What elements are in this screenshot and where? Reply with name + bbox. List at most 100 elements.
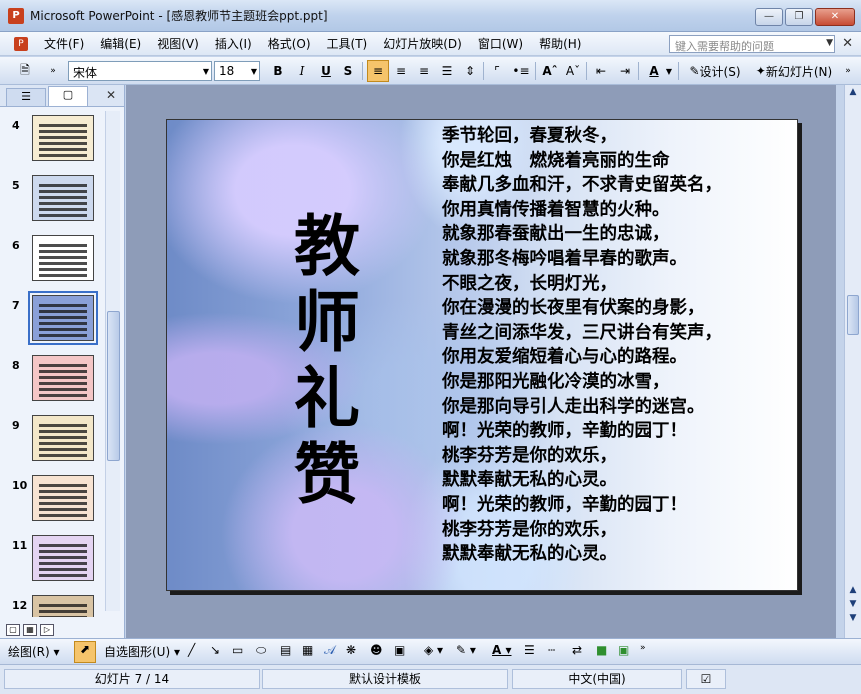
panel-close-icon[interactable]: ✕ bbox=[106, 88, 116, 102]
underline-button[interactable]: U bbox=[316, 60, 336, 82]
powerpoint-app-icon[interactable]: P bbox=[8, 7, 24, 24]
normal-view-icon[interactable]: ▢ bbox=[6, 624, 20, 636]
slide-thumbnail-row[interactable]: 4 bbox=[0, 115, 106, 167]
dash-style-icon[interactable]: ┄ bbox=[548, 643, 555, 657]
close-button[interactable]: ✕ bbox=[815, 8, 855, 26]
scroll-down-icon[interactable]: ▼ bbox=[847, 613, 859, 623]
decrease-font-icon[interactable]: Aˇ bbox=[562, 60, 584, 82]
vertical-scrollbar[interactable]: ▲ ▲ ▼ ▼ bbox=[844, 85, 861, 638]
menu-edit[interactable]: 编辑(E) bbox=[92, 35, 149, 52]
align-left-icon[interactable]: ≡ bbox=[367, 60, 389, 82]
slide-thumbnail[interactable] bbox=[32, 235, 94, 281]
slide-thumbnail-row[interactable]: 5 bbox=[0, 175, 106, 227]
tab-outline[interactable]: ☰ bbox=[6, 88, 46, 106]
wordart-icon[interactable]: 𝒜 bbox=[324, 643, 335, 658]
increase-font-icon[interactable]: Aˆ bbox=[539, 60, 561, 82]
menu-format[interactable]: 格式(O) bbox=[260, 35, 319, 52]
decrease-indent-icon[interactable]: ⇤ bbox=[590, 60, 612, 82]
chevron-down-icon[interactable]: ▼ bbox=[826, 38, 833, 48]
picture-icon[interactable]: ▣ bbox=[394, 643, 405, 657]
bullets-icon[interactable]: •≡ bbox=[510, 60, 532, 82]
slide-editing-area[interactable]: 教 师 礼 赞 季节轮回，春夏秋冬， 你是红烛 燃烧着亮丽的生命 奉献几多血和汗，不… bbox=[126, 85, 836, 638]
slide-thumbnail-row[interactable]: 12 bbox=[0, 595, 106, 617]
align-right-icon[interactable]: ≡ bbox=[413, 60, 435, 82]
3d-style-icon[interactable]: ▣ bbox=[618, 643, 629, 657]
font-color-icon[interactable]: A bbox=[644, 60, 664, 82]
slide-thumbnail[interactable] bbox=[32, 595, 94, 617]
menu-file[interactable]: 文件(F) bbox=[36, 35, 92, 52]
previous-slide-icon[interactable]: ▲ bbox=[847, 585, 859, 595]
menu-tools[interactable]: 工具(T) bbox=[319, 35, 376, 52]
arrow-icon[interactable]: ↘ bbox=[210, 643, 220, 657]
slide-thumbnail[interactable] bbox=[32, 475, 94, 521]
toolbar-options-icon[interactable]: » bbox=[640, 643, 646, 653]
slide-sorter-icon[interactable]: ▦ bbox=[23, 624, 37, 636]
vertical-textbox-icon[interactable]: ▦ bbox=[302, 643, 313, 657]
slide-thumbnail[interactable] bbox=[28, 291, 98, 345]
clipart-icon[interactable]: ☻ bbox=[370, 643, 383, 657]
numbering-icon[interactable]: ⌜ bbox=[486, 60, 508, 82]
slide-thumbnail-row[interactable]: 8 bbox=[0, 355, 106, 407]
font-name-select[interactable]: 宋体 ▼ bbox=[68, 61, 212, 81]
next-slide-icon[interactable]: ▼ bbox=[847, 599, 859, 609]
line-icon[interactable]: ╱ bbox=[188, 643, 195, 657]
scroll-up-icon[interactable]: ▲ bbox=[847, 87, 859, 97]
spelling-check-icon[interactable]: ☑ bbox=[686, 669, 726, 689]
slideshow-view-icon[interactable]: ▷ bbox=[40, 624, 54, 636]
bold-button[interactable]: B bbox=[268, 60, 288, 82]
menu-help[interactable]: 帮助(H) bbox=[531, 35, 589, 52]
slide-thumbnail-row[interactable]: 6 bbox=[0, 235, 106, 287]
menu-insert[interactable]: 插入(I) bbox=[207, 35, 260, 52]
shadow-button[interactable]: S bbox=[338, 60, 358, 82]
document-close-icon[interactable]: ✕ bbox=[842, 36, 853, 51]
diagram-icon[interactable]: ❋ bbox=[346, 643, 356, 657]
design-button[interactable]: ✎ 设计(S) bbox=[684, 60, 746, 82]
slide-thumbnail[interactable] bbox=[32, 115, 94, 161]
line-style-icon[interactable]: ☰ bbox=[524, 643, 535, 657]
tab-slides[interactable]: ▢ bbox=[48, 86, 88, 106]
design-template-name[interactable]: 默认设计模板 bbox=[262, 669, 508, 689]
slide-title[interactable]: 教 师 礼 赞 bbox=[287, 208, 367, 512]
oval-icon[interactable]: ⬭ bbox=[256, 643, 266, 658]
slide-thumbnail-row[interactable]: 11 bbox=[0, 535, 106, 587]
chevron-down-icon[interactable]: ▼ bbox=[664, 60, 674, 82]
line-spacing-icon[interactable]: ⇕ bbox=[459, 60, 481, 82]
panel-scrollbar[interactable] bbox=[105, 111, 120, 611]
help-search-input[interactable]: 键入需要帮助的问题 bbox=[669, 35, 835, 53]
new-document-icon[interactable]: 🗎 bbox=[14, 60, 36, 82]
slide-thumbnail[interactable] bbox=[32, 175, 94, 221]
menu-window[interactable]: 窗口(W) bbox=[470, 35, 531, 52]
new-slide-button[interactable]: ✦ 新幻灯片(N) bbox=[750, 60, 838, 82]
increase-indent-icon[interactable]: ⇥ bbox=[614, 60, 636, 82]
italic-button[interactable]: I bbox=[292, 60, 312, 82]
slide-thumbnail[interactable] bbox=[32, 535, 94, 581]
rectangle-icon[interactable]: ▭ bbox=[232, 643, 243, 657]
fill-color-icon[interactable]: ◈ ▾ bbox=[424, 643, 443, 657]
minimize-button[interactable]: — bbox=[755, 8, 783, 26]
toolbar-options-icon[interactable]: » bbox=[46, 60, 60, 82]
font-size-select[interactable]: 18 ▼ bbox=[214, 61, 260, 81]
slide-thumbnail[interactable] bbox=[32, 355, 94, 401]
autoshapes-button[interactable]: 自选图形(U) ▾ bbox=[104, 643, 180, 660]
align-center-icon[interactable]: ≡ bbox=[390, 60, 412, 82]
current-slide[interactable]: 教 师 礼 赞 季节轮回，春夏秋冬， 你是红烛 燃烧着亮丽的生命 奉献几多血和汗，不… bbox=[166, 119, 798, 591]
restore-button[interactable]: ❐ bbox=[785, 8, 813, 26]
distribute-icon[interactable]: ☰ bbox=[436, 60, 458, 82]
menu-slideshow[interactable]: 幻灯片放映(D) bbox=[375, 35, 470, 52]
panel-scrollbar-thumb[interactable] bbox=[107, 311, 120, 461]
line-color-icon[interactable]: ✎ ▾ bbox=[456, 643, 476, 657]
slide-thumbnail-row[interactable]: 9 bbox=[0, 415, 106, 467]
menu-view[interactable]: 视图(V) bbox=[149, 35, 207, 52]
scrollbar-thumb[interactable] bbox=[847, 295, 859, 335]
slide-thumbnail-row[interactable]: 7 bbox=[0, 291, 106, 347]
document-icon[interactable]: P bbox=[14, 36, 28, 51]
draw-menu-button[interactable]: 绘图(R) ▾ bbox=[8, 643, 60, 660]
textbox-icon[interactable]: ▤ bbox=[280, 643, 291, 657]
slide-thumbnail[interactable] bbox=[32, 415, 94, 461]
shadow-style-icon[interactable]: ■ bbox=[596, 643, 607, 657]
draw-font-color-icon[interactable]: A ▾ bbox=[492, 643, 512, 657]
arrow-style-icon[interactable]: ⇄ bbox=[572, 643, 582, 657]
slide-thumbnail-row[interactable]: 10 bbox=[0, 475, 106, 527]
poem-text-box[interactable]: 季节轮回，春夏秋冬， 你是红烛 燃烧着亮丽的生命 奉献几多血和汗，不求青史留英名， 你… bbox=[442, 124, 792, 567]
toolbar-options-icon[interactable]: » bbox=[842, 60, 854, 82]
